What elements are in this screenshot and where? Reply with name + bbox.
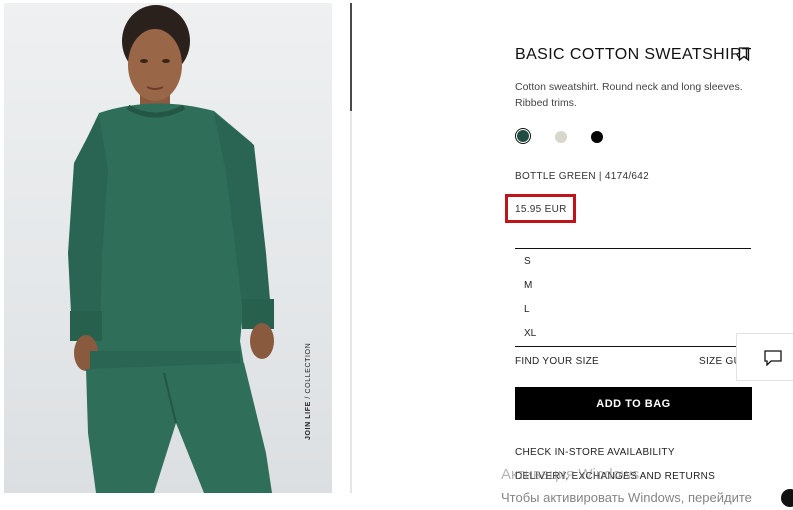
bookmark-icon[interactable] bbox=[738, 47, 750, 61]
chat-button[interactable] bbox=[736, 333, 793, 381]
color-and-reference: BOTTLE GREEN | 4174/642 bbox=[515, 171, 649, 182]
image-scrollbar-thumb[interactable] bbox=[350, 3, 352, 111]
windows-activation-title: Активация Windows bbox=[501, 466, 640, 483]
product-title: BASIC COTTON SWEATSHIRT bbox=[515, 46, 752, 63]
find-your-size-link[interactable]: FIND YOUR SIZE bbox=[515, 356, 599, 367]
size-option-l[interactable]: L bbox=[524, 304, 530, 315]
check-in-store-link[interactable]: CHECK IN-STORE AVAILABILITY bbox=[515, 447, 675, 458]
size-list-top-divider bbox=[515, 248, 751, 249]
product-description: Cotton sweatshirt. Round neck and long s… bbox=[515, 81, 743, 109]
size-guide-link[interactable]: SIZE GUIDE bbox=[699, 356, 739, 367]
size-option-s[interactable]: S bbox=[524, 256, 531, 267]
add-to-bag-button[interactable]: ADD TO BAG bbox=[515, 387, 752, 420]
size-list-bottom-divider bbox=[515, 346, 751, 347]
join-life-tag: JOIN LIFE / COLLECTION bbox=[305, 342, 312, 440]
windows-activation-message: Чтобы активировать Windows, перейдите bbox=[501, 490, 752, 505]
model-illustration bbox=[68, 5, 274, 493]
corner-widget[interactable] bbox=[781, 489, 793, 507]
product-price: 15.95 EUR bbox=[515, 204, 567, 215]
color-swatch-bottle-green[interactable] bbox=[517, 130, 529, 142]
color-swatch-black[interactable] bbox=[591, 131, 603, 143]
size-option-xl[interactable]: XL bbox=[524, 328, 536, 339]
size-option-m[interactable]: M bbox=[524, 280, 532, 291]
chat-icon bbox=[764, 350, 782, 366]
color-swatch-ecru[interactable] bbox=[555, 131, 567, 143]
product-image[interactable] bbox=[4, 3, 332, 493]
